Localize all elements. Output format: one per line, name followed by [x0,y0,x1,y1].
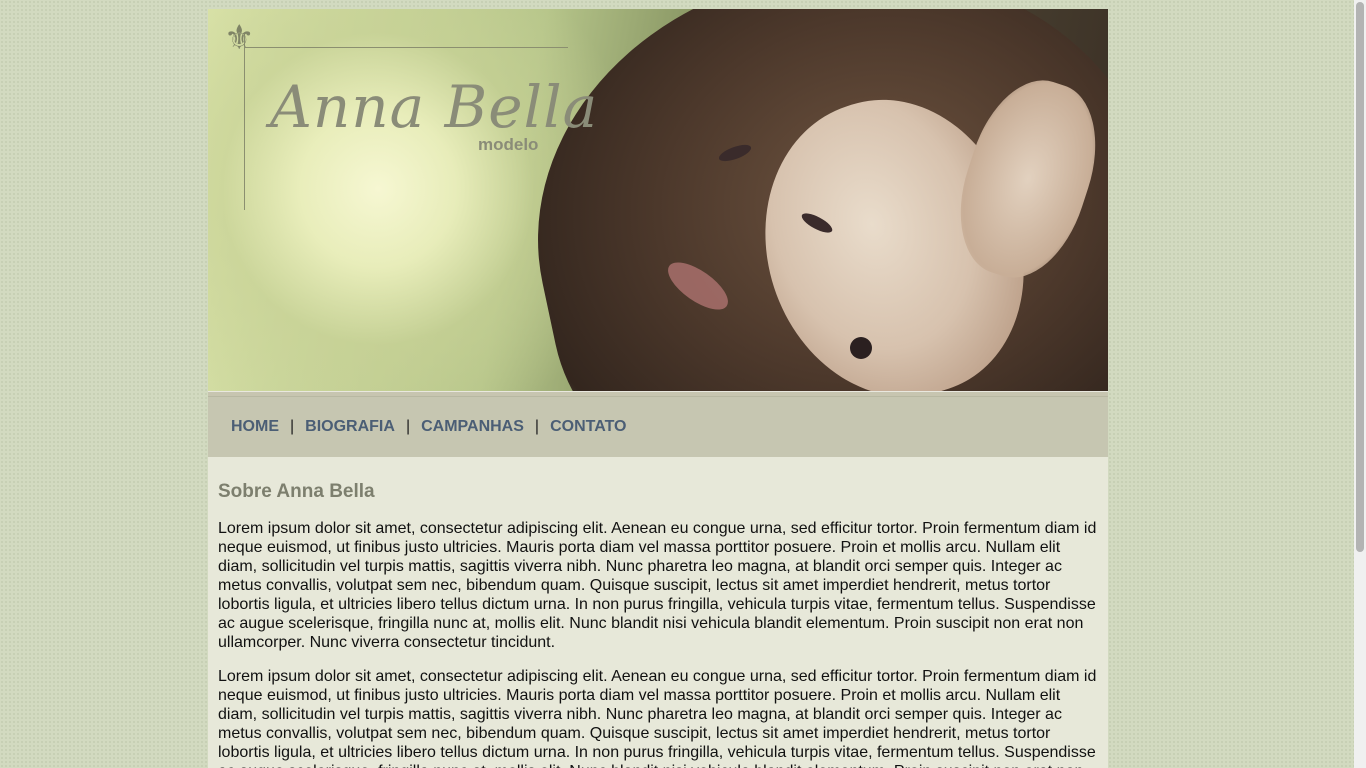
logo-title: Anna Bella [270,73,599,141]
nav-separator: | [405,418,411,435]
nav-separator: | [290,418,295,435]
body-paragraph: Lorem ipsum dolor sit amet, consectetur … [218,520,1097,651]
page-container: ⚜ Anna Bella modelo HOME | BIOGRAFIA | C… [208,9,1108,768]
nav-link-biografia[interactable]: BIOGRAFIA [305,418,395,436]
section-heading: Sobre Anna Bella [218,481,375,502]
header-banner: ⚜ Anna Bella modelo [208,9,1108,396]
nav-link-home[interactable]: HOME [231,418,279,436]
vertical-scrollbar[interactable] [1354,0,1366,768]
scrollbar-thumb[interactable] [1356,2,1364,552]
logo-frame-line-vertical [244,33,245,210]
nav-link-contato[interactable]: CONTATO [550,418,626,436]
nav-link-campanhas[interactable]: CAMPANHAS [421,418,524,436]
fleur-de-lis-icon: ⚜ [224,18,255,58]
body-paragraph: Lorem ipsum dolor sit amet, consectetur … [218,668,1097,768]
banner-photo-earring [850,337,872,359]
logo-subtitle: modelo [478,135,539,154]
nav-separator: | [534,418,540,435]
main-navigation: HOME | BIOGRAFIA | CAMPANHAS | CONTATO [208,396,1108,457]
logo-frame-line-horizontal [244,47,568,48]
header-divider [208,391,1108,396]
main-content: Sobre Anna Bella Lorem ipsum dolor sit a… [208,457,1108,768]
